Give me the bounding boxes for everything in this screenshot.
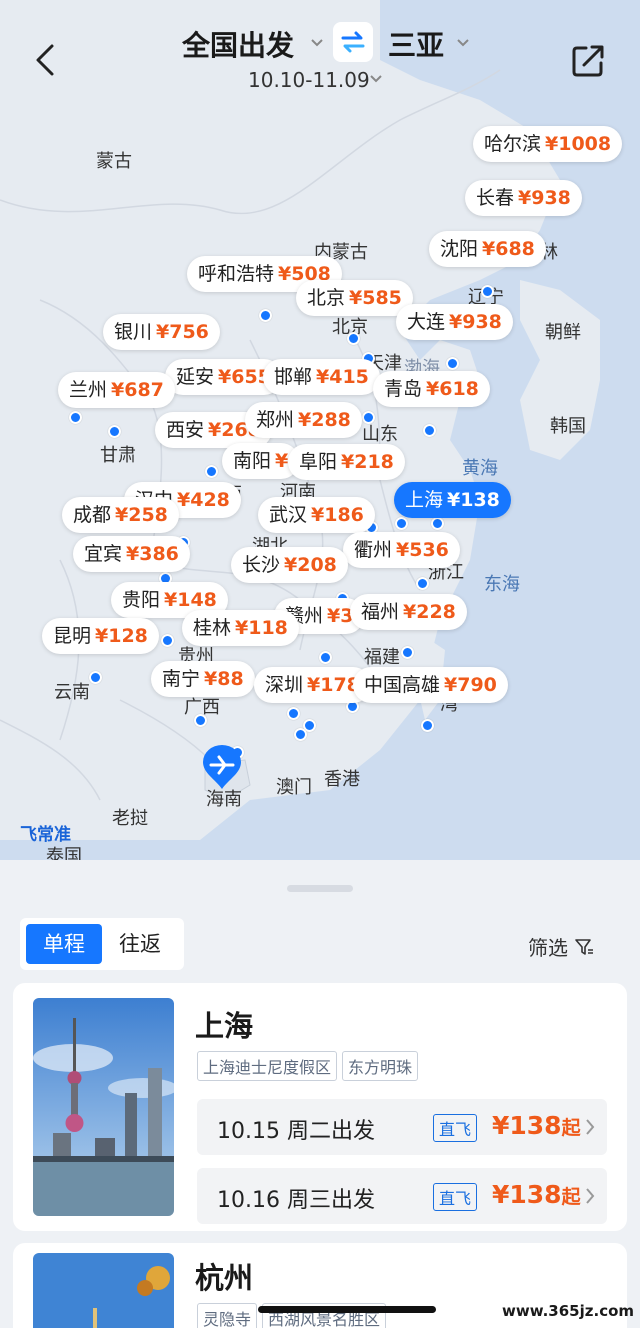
region-label: 老挝 (112, 808, 148, 829)
origin-title[interactable]: 全国出发 (182, 24, 294, 64)
tag-list: 上海迪士尼度假区 东方明珠 (197, 1051, 419, 1081)
route-bubble-changsha[interactable]: 长沙 ¥208 (231, 547, 348, 583)
attraction-tag: 东方明珠 (342, 1051, 419, 1081)
sea-label: 东海 (484, 574, 520, 595)
attraction-tag: 上海迪士尼度假区 (197, 1051, 338, 1081)
price: ¥138起 (492, 1180, 581, 1209)
city-dot[interactable] (395, 517, 408, 530)
destination-card[interactable]: 上海 上海迪士尼度假区 东方明珠 10.15 周二出发 直飞 ¥138起 10.… (13, 983, 627, 1231)
region-label: 云南 (54, 682, 90, 703)
route-bubble-guilin[interactable]: 桂林 ¥118 (182, 610, 299, 646)
filter-button[interactable]: 筛选 (528, 932, 594, 961)
city-dot[interactable] (259, 309, 272, 322)
region-label: 韩国 (550, 416, 586, 437)
city-dot[interactable] (423, 424, 436, 437)
route-bubble-qingdao[interactable]: 青岛 ¥618 (373, 371, 490, 407)
route-bubble-fuzhou[interactable]: 福州 ¥228 (350, 594, 467, 630)
destination-title[interactable]: 三亚 (388, 24, 444, 64)
route-bubble-dalian[interactable]: 大连 ¥938 (396, 304, 513, 340)
chevron-right-icon (586, 1188, 595, 1204)
map-provider-logo: 飞常准 (20, 825, 71, 845)
trip-type-toggle: 单程 往返 (20, 918, 184, 970)
route-bubble-yibin[interactable]: 宜宾 ¥386 (73, 536, 190, 572)
tab-one-way[interactable]: 单程 (26, 924, 102, 964)
destination-photo (33, 1253, 174, 1328)
destination-city: 上海 (195, 1009, 254, 1043)
route-bubble-lanzhou[interactable]: 兰州 ¥687 (58, 372, 175, 408)
filter-label: 筛选 (528, 936, 568, 960)
region-label: 朝鲜 (545, 322, 581, 343)
site-watermark: www.365jz.com (502, 1302, 635, 1320)
filter-icon (575, 938, 593, 955)
region-label: 福建 (364, 647, 400, 668)
city-dot[interactable] (416, 577, 429, 590)
city-dot[interactable] (161, 634, 174, 647)
city-dot[interactable] (347, 332, 360, 345)
route-bubble-kunming[interactable]: 昆明 ¥128 (42, 618, 159, 654)
city-dot[interactable] (108, 425, 121, 438)
sea-label: 黄海 (462, 458, 498, 479)
city-dot[interactable] (362, 411, 375, 424)
city-dot[interactable] (69, 411, 82, 424)
date-range[interactable]: 10.10-11.09 (248, 68, 370, 92)
route-bubble-handan[interactable]: 邯郸 ¥415 (263, 359, 380, 395)
header: 全国出发 三亚 10.10-11.09 (0, 0, 640, 110)
back-arrow-icon[interactable] (30, 40, 60, 80)
departure-date: 10.16 周三出发 (217, 1188, 375, 1213)
city-dot[interactable] (194, 714, 207, 727)
destination-city: 杭州 (195, 1261, 254, 1295)
route-bubble-changchun[interactable]: 长春 ¥938 (465, 180, 582, 216)
flight-option-row[interactable]: 10.16 周三出发 直飞 ¥138起 (197, 1168, 607, 1224)
tab-round-trip[interactable]: 往返 (102, 924, 178, 964)
route-bubble-nanning[interactable]: 南宁 ¥88 (151, 661, 255, 697)
region-label: 香港 (324, 769, 360, 790)
home-indicator[interactable] (258, 1306, 436, 1313)
route-bubble-quzhou[interactable]: 衢州 ¥536 (343, 532, 460, 568)
chevron-down-icon[interactable] (456, 36, 470, 50)
flight-option-row[interactable]: 10.15 周二出发 直飞 ¥138起 (197, 1099, 607, 1155)
destination-pin-icon[interactable] (201, 745, 243, 791)
swap-icon (341, 31, 365, 53)
city-dot[interactable] (401, 646, 414, 659)
direct-badge: 直飞 (433, 1114, 478, 1142)
route-bubble-beijing[interactable]: 北京 ¥585 (296, 280, 413, 316)
route-map[interactable]: 蒙古 内蒙古 朝鲜 韩国 甘肃 山东 河南 湖北 贵州 云南 广西 福建 海南 … (0, 0, 640, 860)
city-dot[interactable] (89, 671, 102, 684)
results-sheet: 单程 往返 筛选 上海 上海迪士尼度假区 东方明珠 10.15 周二出发 直飞 … (0, 860, 640, 1328)
chevron-right-icon (586, 1119, 595, 1135)
swap-button[interactable] (333, 22, 373, 62)
chevron-down-icon[interactable] (369, 72, 383, 86)
city-dot[interactable] (205, 465, 218, 478)
chevron-down-icon[interactable] (310, 36, 324, 50)
route-bubble-yinchuan[interactable]: 银川 ¥756 (103, 314, 220, 350)
route-bubble-fuyang[interactable]: 阜阳 ¥218 (288, 444, 405, 480)
sheet-drag-handle[interactable] (287, 885, 353, 892)
route-bubble-kaohsiung[interactable]: 中国高雄 ¥790 (353, 667, 508, 703)
city-dot[interactable] (431, 517, 444, 530)
region-label: 蒙古 (96, 151, 132, 172)
destination-photo (33, 998, 174, 1216)
price: ¥138起 (492, 1111, 581, 1140)
city-dot[interactable] (481, 285, 494, 298)
city-dot[interactable] (294, 728, 307, 741)
departure-date: 10.15 周二出发 (217, 1119, 375, 1144)
route-bubble-harbin[interactable]: 哈尔滨 ¥1008 (473, 126, 623, 162)
direct-badge: 直飞 (433, 1183, 478, 1211)
region-label: 澳门 (276, 777, 312, 798)
route-bubble-wuhan[interactable]: 武汉 ¥186 (258, 497, 375, 533)
city-dot[interactable] (446, 357, 459, 370)
city-dot[interactable] (287, 707, 300, 720)
region-label: 甘肃 (100, 445, 136, 466)
route-bubble-shanghai[interactable]: 上海 ¥138 (394, 482, 511, 518)
city-dot[interactable] (319, 651, 332, 664)
route-bubble-zhengzhou[interactable]: 郑州 ¥288 (245, 402, 362, 438)
route-bubble-chengdu[interactable]: 成都 ¥258 (62, 497, 179, 533)
route-bubble-shenyang[interactable]: 沈阳 ¥688 (429, 231, 546, 267)
attraction-tag: 灵隐寺 (197, 1303, 258, 1328)
share-icon[interactable] (570, 43, 606, 79)
city-dot[interactable] (421, 719, 434, 732)
